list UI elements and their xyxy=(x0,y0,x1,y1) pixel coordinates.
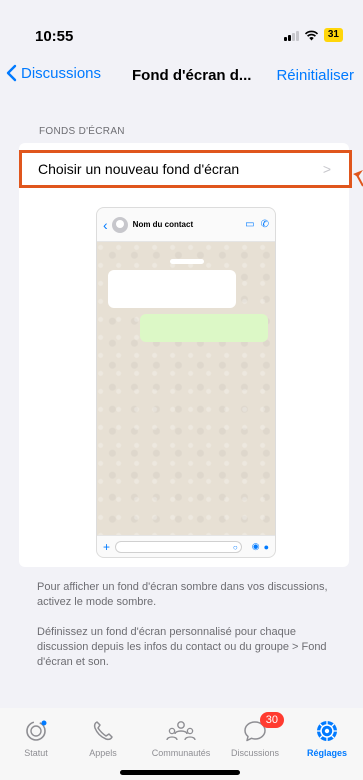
date-pill xyxy=(170,259,204,264)
navigation-bar: Discussions Fond d'écran d... Réinitiali… xyxy=(0,62,363,90)
tab-settings[interactable]: Réglages xyxy=(294,718,360,758)
wifi-icon xyxy=(304,30,319,41)
choose-wallpaper-label: Choisir un nouveau fond d'écran xyxy=(38,161,240,177)
phone-icon xyxy=(90,718,116,744)
annotation-arrow-icon xyxy=(353,170,363,187)
plus-icon: + xyxy=(103,539,111,554)
battery-indicator: 31 xyxy=(323,28,343,42)
footnote-custom-wallpaper: Définissez un fond d'écran personnalisé … xyxy=(37,626,327,668)
unread-badge: 30 xyxy=(259,712,284,728)
back-button[interactable]: Discussions xyxy=(6,64,101,82)
back-label: Discussions xyxy=(21,64,102,82)
section-header: FONDS D'ÉCRAN xyxy=(39,126,125,137)
tab-label: Appels xyxy=(89,748,117,758)
preview-header: ‹ Nom du contact ▭ ✆ xyxy=(97,208,275,242)
choose-wallpaper-row[interactable]: Choisir un nouveau fond d'écran > xyxy=(19,150,352,188)
tab-status[interactable]: Statut xyxy=(3,718,69,758)
page-title: Fond d'écran d... xyxy=(132,67,252,84)
preview-back-icon: ‹ xyxy=(103,216,108,233)
status-time: 10:55 xyxy=(35,28,74,45)
tab-label: Statut xyxy=(24,748,48,758)
video-call-icon: ▭ xyxy=(245,219,255,230)
chat-icon: 30 xyxy=(242,712,284,744)
preview-contact-name: Nom du contact xyxy=(132,220,194,229)
camera-icon: ◉ xyxy=(251,541,260,551)
status-bar: 10:55 31 xyxy=(0,0,363,62)
incoming-bubble xyxy=(108,270,236,308)
status-icon xyxy=(23,718,49,744)
chevron-left-icon xyxy=(6,64,17,82)
outgoing-bubble xyxy=(140,314,268,342)
avatar xyxy=(111,216,128,233)
wallpaper-preview: ‹ Nom du contact ▭ ✆ + ○ ◉ ● xyxy=(96,207,276,558)
chevron-right-icon: > xyxy=(322,161,331,177)
tab-label: Communautés xyxy=(151,748,211,758)
home-indicator xyxy=(120,770,240,775)
tab-discussions[interactable]: 30 Discussions xyxy=(222,712,288,758)
tab-communities[interactable]: Communautés xyxy=(148,718,214,758)
preview-chat-area xyxy=(97,242,275,535)
tab-label: Discussions xyxy=(230,748,279,758)
footnote-dark-mode: Pour afficher un fond d'écran sombre dan… xyxy=(37,581,328,608)
phone-icon: ✆ xyxy=(260,219,269,230)
tab-calls[interactable]: Appels xyxy=(70,718,136,758)
preview-input-field: ○ xyxy=(115,540,242,553)
sticker-icon: ○ xyxy=(232,542,238,552)
mic-icon: ● xyxy=(263,541,269,552)
reset-button[interactable]: Réinitialiser xyxy=(276,67,354,84)
status-icons: 31 xyxy=(283,28,343,42)
preview-input-bar: + ○ ◉ ● xyxy=(97,535,275,557)
signal-icon xyxy=(283,30,299,41)
communities-icon xyxy=(166,718,196,744)
tab-label: Réglages xyxy=(306,748,348,758)
settings-icon xyxy=(314,718,340,744)
